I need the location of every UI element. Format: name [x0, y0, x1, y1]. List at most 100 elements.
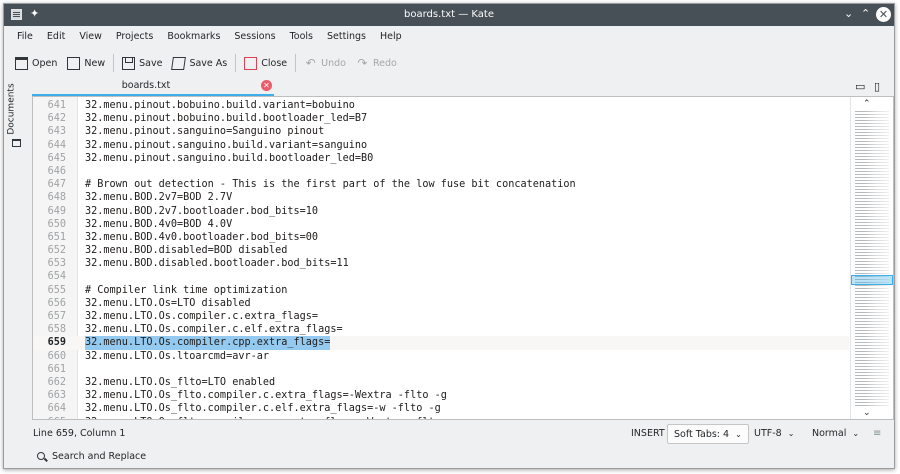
maximize-icon[interactable]: ⌃ [861, 7, 870, 20]
tab-close-icon[interactable]: ✕ [261, 80, 272, 91]
selected-code-text[interactable]: 32.menu.LTO.Os.compiler.cpp.extra_flags= [85, 336, 331, 350]
editor-line[interactable]: 644 32.menu.pinout.sanguino.build.variant… [33, 139, 849, 152]
editor-line[interactable]: 651 32.menu.BOD.4v0.bootloader.bod_bits=0… [33, 231, 849, 244]
editor-lines[interactable]: 641 32.menu.pinout.bobuino.build.variant=… [33, 99, 849, 420]
input-mode[interactable]: INSERT [631, 428, 665, 439]
new-document-icon [67, 56, 81, 70]
editor-line[interactable]: 650 32.menu.BOD.4v0=BOD 4.0V [33, 218, 849, 231]
document-tab-bar: boards.txt ✕ ▭ ▯ [32, 77, 894, 96]
editor-line[interactable]: 653 32.menu.BOD.disabled.bootloader.bod_b… [33, 257, 849, 270]
code-text[interactable]: 32.menu.pinout.sanguino.build.variant=sa… [85, 139, 367, 152]
line-number: 655 [47, 284, 66, 296]
highlighting-dropdown[interactable]: Normal ⌄ [812, 428, 859, 439]
code-text[interactable]: 32.menu.pinout.bobuino.build.bootloader_… [85, 112, 367, 125]
text-editor[interactable]: 641 32.menu.pinout.bobuino.build.variant=… [32, 96, 894, 420]
close-window-icon[interactable]: ✕ [876, 7, 891, 22]
editor-line[interactable]: 648 32.menu.BOD.2v7=BOD 2.7V [33, 191, 849, 204]
code-text[interactable]: 32.menu.LTO.Os=LTO disabled [85, 297, 251, 310]
scroll-up-icon[interactable]: ⌃ [863, 99, 871, 109]
code-text[interactable]: 32.menu.BOD.4v0=BOD 4.0V [85, 218, 232, 231]
tab-settings-dropdown[interactable]: Soft Tabs: 4 ⌄ [667, 424, 749, 444]
editor-line[interactable]: 655 # Compiler link time optimization [33, 284, 849, 297]
editor-line[interactable]: 657 32.menu.LTO.Os.compiler.c.extra_flags… [33, 310, 849, 323]
redo-label: Redo [372, 57, 397, 69]
hamburger-menu-icon[interactable]: ≡ [873, 428, 881, 439]
editor-line[interactable]: 647 # Brown out detection - This is the f… [33, 178, 849, 191]
editor-line[interactable]: 663 32.menu.LTO.Os_flto.compiler.c.extra_… [33, 389, 849, 402]
editor-line[interactable]: 661 [33, 363, 849, 376]
menu-view[interactable]: View [72, 27, 109, 49]
code-text[interactable]: 32.menu.LTO.Os_flto.compiler.cpp.extra_f… [85, 416, 459, 420]
save-button[interactable]: Save [117, 52, 167, 74]
close-document-button[interactable]: Close [239, 52, 292, 74]
line-number: 645 [47, 152, 66, 164]
editor-line[interactable]: 646 [33, 165, 849, 178]
line-number: 663 [47, 390, 66, 402]
editor-line[interactable]: 643 32.menu.pinout.sanguino=Sanguino pino… [33, 125, 849, 138]
code-text[interactable]: # Compiler link time optimization [85, 284, 287, 297]
code-text[interactable]: 32.menu.pinout.bobuino.build.variant=bob… [85, 99, 355, 112]
chevron-down-icon: ⌄ [852, 429, 860, 438]
split-view-icon[interactable]: ▭ [855, 80, 865, 93]
redo-button[interactable]: ↷ Redo [351, 52, 402, 74]
editor-line[interactable]: 656 32.menu.LTO.Os=LTO disabled [33, 297, 849, 310]
editor-line[interactable]: 659 32.menu.LTO.Os.compiler.cpp.extra_fla… [33, 336, 849, 350]
search-replace-bar[interactable]: Search and Replace [4, 446, 894, 468]
code-text[interactable]: 32.menu.LTO.Os_flto=LTO enabled [85, 376, 275, 389]
cursor-position[interactable]: Line 659, Column 1 [33, 428, 125, 439]
close-document-icon [244, 56, 258, 70]
editor-line[interactable]: 649 32.menu.BOD.2v7.bootloader.bod_bits=1… [33, 205, 849, 218]
encoding-dropdown[interactable]: UTF-8 ⌄ [754, 428, 794, 439]
editor-line[interactable]: 660 32.menu.LTO.Os.ltoarcmd=avr-ar [33, 350, 849, 363]
chevron-down-icon: ⌄ [735, 430, 742, 439]
code-text[interactable]: 32.menu.BOD.4v0.bootloader.bod_bits=00 [85, 231, 318, 244]
open-button[interactable]: Open [10, 52, 62, 74]
search-replace-label[interactable]: Search and Replace [52, 451, 146, 462]
editor-line[interactable]: 654 [33, 270, 849, 283]
code-text[interactable]: 32.menu.BOD.2v7=BOD 2.7V [85, 191, 232, 204]
menu-help[interactable]: Help [373, 27, 409, 49]
undo-button[interactable]: ↶ Undo [299, 52, 351, 74]
line-number: 642 [47, 113, 66, 125]
menu-projects[interactable]: Projects [109, 27, 160, 49]
menu-tools[interactable]: Tools [283, 27, 320, 49]
editor-line[interactable]: 658 32.menu.LTO.Os.compiler.c.elf.extra_f… [33, 323, 849, 336]
menu-settings[interactable]: Settings [320, 27, 373, 49]
new-label: New [84, 57, 106, 69]
code-text[interactable]: 32.menu.LTO.Os_flto.compiler.c.extra_fla… [85, 389, 447, 402]
editor-line[interactable]: 662 32.menu.LTO.Os_flto=LTO enabled [33, 376, 849, 389]
chevron-down-icon: ⌄ [787, 429, 795, 438]
editor-line[interactable]: 664 32.menu.LTO.Os_flto.compiler.c.elf.ex… [33, 402, 849, 415]
menu-sessions[interactable]: Sessions [227, 27, 282, 49]
new-button[interactable]: New [62, 52, 110, 74]
minimap-preview[interactable] [855, 111, 889, 407]
save-as-button[interactable]: Save As [167, 52, 232, 74]
menu-edit[interactable]: Edit [40, 27, 72, 49]
editor-line[interactable]: 645 32.menu.pinout.sanguino.build.bootloa… [33, 152, 849, 165]
code-text[interactable]: 32.menu.LTO.Os.compiler.c.elf.extra_flag… [85, 323, 343, 336]
code-text[interactable]: 32.menu.BOD.disabled=BOD disabled [85, 244, 287, 257]
close-label: Close [261, 57, 288, 69]
code-text[interactable]: 32.menu.BOD.2v7.bootloader.bod_bits=10 [85, 205, 318, 218]
editor-line[interactable]: 641 32.menu.pinout.bobuino.build.variant=… [33, 99, 849, 112]
tab-boards-txt[interactable]: boards.txt ✕ [32, 77, 274, 96]
minimap-viewport-handle[interactable] [851, 275, 893, 285]
minimap-scrollbar[interactable]: ⌃ ⌄ [850, 97, 893, 419]
code-text[interactable]: # Brown out detection - This is the firs… [85, 178, 576, 191]
menu-file[interactable]: File [10, 27, 40, 49]
scroll-down-icon[interactable]: ⌄ [863, 408, 871, 418]
editor-line[interactable]: 642 32.menu.pinout.bobuino.build.bootload… [33, 112, 849, 125]
editor-line[interactable]: 652 32.menu.BOD.disabled=BOD disabled [33, 244, 849, 257]
toolbar-separator [113, 54, 115, 72]
menu-bookmarks[interactable]: Bookmarks [160, 27, 227, 49]
code-text[interactable]: 32.menu.pinout.sanguino=Sanguino pinout [85, 125, 324, 138]
code-text[interactable]: 32.menu.BOD.disabled.bootloader.bod_bits… [85, 257, 349, 270]
code-text[interactable]: 32.menu.LTO.Os.compiler.c.extra_flags= [85, 310, 318, 323]
code-text[interactable]: 32.menu.LTO.Os_flto.compiler.c.elf.extra… [85, 402, 441, 415]
code-text[interactable]: 32.menu.LTO.Os.ltoarcmd=avr-ar [85, 350, 269, 363]
minimize-icon[interactable]: ⌄ [844, 7, 853, 20]
documents-panel-tab[interactable]: Documents [7, 78, 24, 148]
view-columns-icon[interactable]: ▯ [874, 80, 880, 93]
editor-line[interactable]: 665 32.menu.LTO.Os_flto.compiler.cpp.extr… [33, 416, 849, 420]
code-text[interactable]: 32.menu.pinout.sanguino.build.bootloader… [85, 152, 373, 165]
